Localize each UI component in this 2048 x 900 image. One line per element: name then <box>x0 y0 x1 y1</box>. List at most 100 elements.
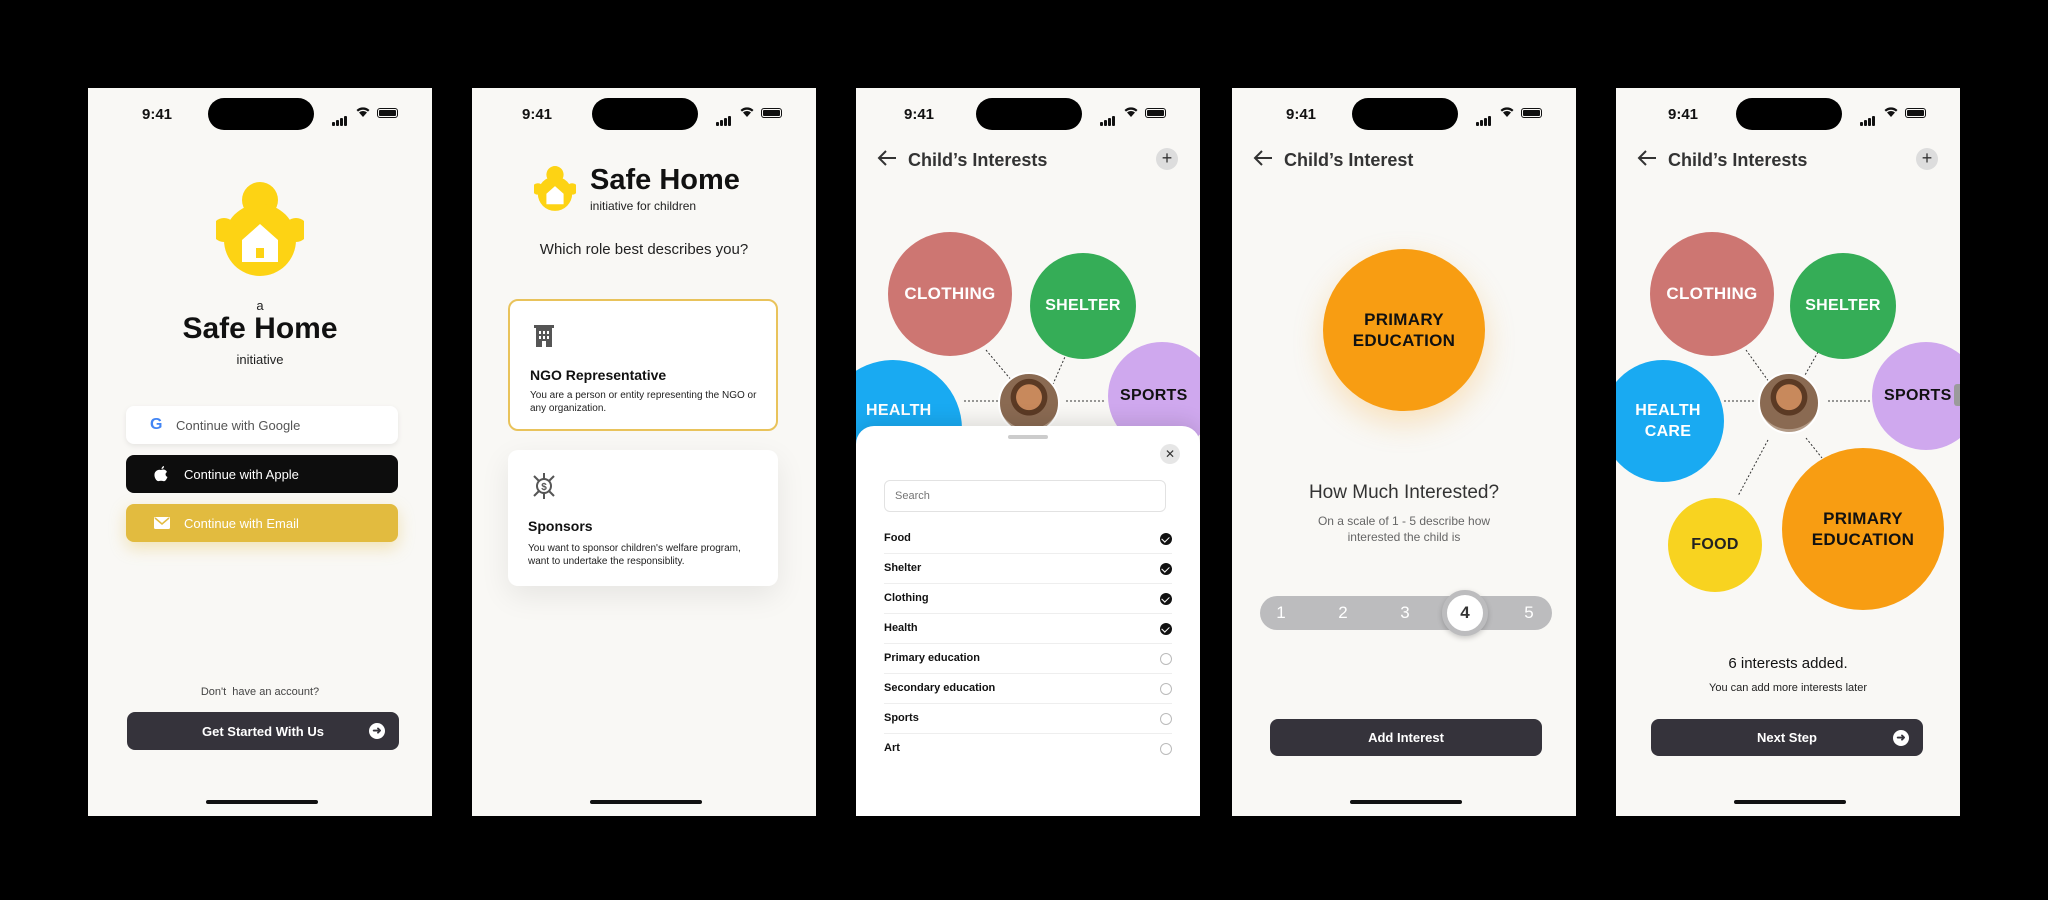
interest-hint: On a scale of 1 - 5 describe how interes… <box>1317 514 1491 544</box>
back-arrow-icon[interactable] <box>1252 148 1274 168</box>
signal-icon <box>1476 108 1492 126</box>
bubble-label: SHELTER <box>1805 297 1881 314</box>
role-card-sponsor[interactable]: $ Sponsors You want to sponsor children'… <box>508 450 778 586</box>
continue-apple-button[interactable]: Continue with Apple <box>126 455 398 493</box>
sheet-handle[interactable] <box>1008 435 1048 439</box>
wifi-icon <box>1500 107 1514 117</box>
bubble-label: SHELTER <box>1045 297 1121 314</box>
role-card-ngo[interactable]: NGO Representative You are a person or e… <box>508 299 778 431</box>
home-indicator <box>206 800 318 804</box>
bubble-shelter[interactable]: SHELTER <box>1790 253 1896 359</box>
svg-text:$: $ <box>541 482 547 493</box>
screen-role-select: 9:41 Safe Home initiative for children W… <box>472 88 816 816</box>
list-item-label: Clothing <box>884 592 929 604</box>
unchecked-icon[interactable] <box>1160 683 1172 695</box>
screen-interests-summary: 9:41 Child’s Interests + CLOTHING SHELTE… <box>1616 88 1960 816</box>
bubble-food[interactable]: FOOD <box>1668 498 1762 592</box>
list-item-label: Primary education <box>884 652 980 664</box>
role-title-ngo: NGO Representative <box>530 367 667 383</box>
list-item-label: Food <box>884 532 911 544</box>
get-started-label: Get Started With Us <box>202 723 324 739</box>
get-started-button[interactable]: Get Started With Us ➜ <box>127 712 399 750</box>
rating-option[interactable]: 1 <box>1274 603 1288 623</box>
brand-tagline: initiative for children <box>590 199 697 213</box>
role-question: Which role best describes you? <box>539 241 749 258</box>
child-avatar <box>998 372 1060 434</box>
bubble-shelter[interactable]: SHELTER <box>1030 253 1136 359</box>
status-bar: 9:41 <box>1232 88 1576 142</box>
unchecked-icon[interactable] <box>1160 743 1172 755</box>
close-icon[interactable]: ✕ <box>1160 444 1180 464</box>
battery-icon <box>761 108 782 118</box>
continue-google-button[interactable]: G Continue with Google <box>126 406 398 444</box>
list-item[interactable]: Clothing <box>884 584 1172 614</box>
bottom-sheet: ✕ Food Shelter Clothing Health Primary e… <box>856 426 1200 816</box>
checked-icon[interactable] <box>1160 623 1172 635</box>
list-item[interactable]: Sports <box>884 704 1172 734</box>
status-bar: 9:41 <box>88 88 432 142</box>
rating-option[interactable]: 5 <box>1522 603 1536 623</box>
search-input[interactable] <box>884 480 1166 512</box>
home-indicator <box>1734 800 1846 804</box>
bubble-clothing[interactable]: CLOTHING <box>888 232 1012 356</box>
page-title: Child’s Interest <box>1284 150 1414 170</box>
list-item[interactable]: Primary education <box>884 644 1172 674</box>
screen-interest-rating: 9:41 Child’s Interest PRIMARY EDUCATION … <box>1232 88 1576 816</box>
status-bar: 9:41 <box>472 88 816 142</box>
dynamic-island <box>592 98 698 130</box>
add-interest-button[interactable]: Add Interest <box>1270 719 1542 756</box>
screen-interests-picker: 9:41 Child’s Interests + CLOTHING SHELTE… <box>856 88 1200 816</box>
bubble-label: PRIMARY EDUCATION <box>1352 310 1456 350</box>
bubble-label: CLOTHING <box>1666 284 1758 303</box>
list-item[interactable]: Health <box>884 614 1172 644</box>
child-avatar <box>1758 372 1820 434</box>
brand-title: Safe Home <box>182 312 338 345</box>
rating-option[interactable]: 3 <box>1398 603 1412 623</box>
rating-scale[interactable]: 1 2 3 4 5 <box>1260 590 1552 636</box>
bubble-label: PRIMARY EDUCATION <box>1811 509 1915 549</box>
unchecked-icon[interactable] <box>1160 713 1172 725</box>
safe-home-logo-icon <box>216 182 304 276</box>
unchecked-icon[interactable] <box>1160 653 1172 665</box>
next-step-label: Next Step <box>1757 730 1817 745</box>
interest-question: How Much Interested? <box>1308 482 1500 503</box>
bubble-label: FOOD <box>1691 536 1739 553</box>
dynamic-island <box>208 98 314 130</box>
battery-icon <box>1521 108 1542 118</box>
checked-icon[interactable] <box>1160 563 1172 575</box>
add-interest-label: Add Interest <box>1368 730 1444 745</box>
list-item[interactable]: Shelter <box>884 554 1172 584</box>
google-icon: G <box>150 416 163 433</box>
wifi-icon <box>740 107 754 117</box>
apple-label: Continue with Apple <box>184 466 299 482</box>
continue-email-button[interactable]: Continue with Email <box>126 504 398 542</box>
list-item-label: Sports <box>884 712 919 724</box>
email-label: Continue with Email <box>184 515 299 531</box>
rating-option[interactable]: 2 <box>1336 603 1350 623</box>
bubble-clothing[interactable]: CLOTHING <box>1650 232 1774 356</box>
home-indicator <box>1350 800 1462 804</box>
bubble-primary-education[interactable]: PRIMARY EDUCATION <box>1782 448 1944 610</box>
scroll-handle[interactable] <box>1954 384 1960 406</box>
apple-icon <box>154 466 168 482</box>
list-item-label: Shelter <box>884 562 922 574</box>
list-item-label: Health <box>884 622 918 634</box>
role-desc-ngo: You are a person or entity representing … <box>530 390 757 414</box>
rating-option-selected[interactable]: 4 <box>1442 590 1488 636</box>
arrow-right-icon: ➜ <box>1893 729 1909 746</box>
list-item[interactable]: Secondary education <box>884 674 1172 704</box>
bubble-label: SPORTS <box>1120 387 1188 404</box>
building-icon <box>534 325 554 347</box>
list-item[interactable]: Art <box>884 734 1172 764</box>
home-indicator <box>590 800 702 804</box>
status-time: 9:41 <box>1286 106 1317 123</box>
next-step-button[interactable]: Next Step ➜ <box>1651 719 1923 756</box>
brand-prefix: a <box>256 298 264 313</box>
bubble-label: HEALTH <box>866 402 932 419</box>
list-item[interactable]: Food <box>884 524 1172 554</box>
bubble-label: SPORTS <box>1884 387 1952 404</box>
checked-icon[interactable] <box>1160 533 1172 545</box>
checked-icon[interactable] <box>1160 593 1172 605</box>
bubble-primary-education: PRIMARY EDUCATION <box>1323 249 1485 411</box>
brand-title: Safe Home <box>590 164 740 196</box>
